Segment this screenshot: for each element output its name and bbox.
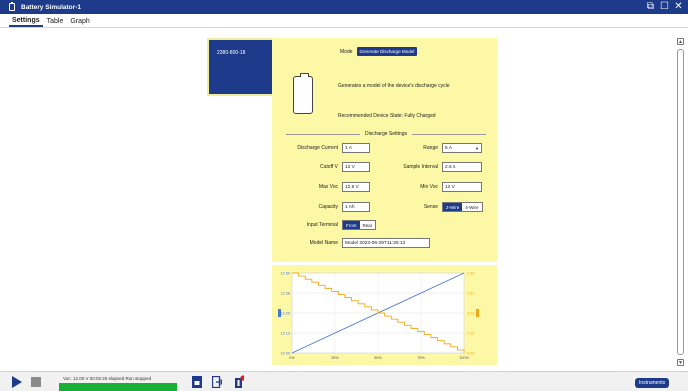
capacity-input[interactable]: 1 Ah: [342, 202, 370, 212]
mode-row: Mode Generate Discharge Model: [340, 47, 418, 56]
discharge-current-input[interactable]: 1 A: [342, 143, 370, 153]
four-wire-option[interactable]: 4-Wire: [462, 203, 482, 211]
x-tick-label: 0%: [289, 356, 295, 360]
model-name-label: Model Name: [309, 240, 338, 246]
scroll-up-icon[interactable]: ▲: [677, 38, 684, 45]
device-serial: 2380-800-18: [217, 50, 246, 56]
left-axis-marker: [278, 309, 281, 317]
x-tick-label: 100%: [459, 356, 469, 360]
battery-app-icon: [9, 2, 15, 11]
chart-svg: 12.50 2.49 12.38 0.51 12.25 0.20 12.13 0.20 12.0…: [278, 272, 479, 360]
close-icon[interactable]: ✕: [673, 1, 684, 12]
max-voc-input[interactable]: 12.5 V: [342, 182, 370, 192]
tab-graph[interactable]: Graph: [67, 18, 92, 27]
discharge-settings-divider: Discharge Settings: [286, 130, 486, 138]
scroll-track[interactable]: [677, 49, 684, 355]
mode-label: Mode: [340, 48, 353, 55]
right-tick-label: 0.20: [467, 312, 474, 316]
input-terminal-label: Input Terminal: [306, 222, 338, 228]
two-wire-option[interactable]: 2-Wire: [443, 203, 463, 211]
tab-settings[interactable]: Settings: [9, 17, 43, 27]
title-bar: Battery Simulator-1 ⧉ ☐ ✕: [0, 0, 688, 14]
mode-select-button[interactable]: Generate Discharge Model: [356, 47, 418, 56]
scroll-down-icon[interactable]: ▼: [677, 359, 684, 366]
tab-table[interactable]: Table: [44, 18, 67, 27]
model-name-input[interactable]: Model 2023-06-29T11:35:13: [342, 238, 430, 248]
sense-toggle[interactable]: 2-Wire 4-Wire: [442, 202, 483, 212]
stop-icon[interactable]: [31, 377, 41, 387]
sample-interval-label: Sample Interval: [403, 164, 438, 170]
device-card[interactable]: 2380-800-18: [207, 38, 272, 96]
settings-panel: Mode Generate Discharge Model Generates …: [272, 38, 497, 262]
right-axis-marker: [476, 309, 479, 317]
bottom-toolbar: Voc: 12.00 V 00:02:25 elapsed Run stoppe…: [0, 371, 688, 391]
run-status: Voc: 12.00 V 00:02:25 elapsed Run stoppe…: [63, 376, 152, 381]
run-progress-fill: [59, 383, 177, 391]
sample-interval-input[interactable]: 2.5 s: [442, 162, 482, 172]
range-value: 5 A: [445, 145, 452, 151]
discharge-current-label: Discharge Current: [297, 145, 338, 151]
range-select[interactable]: 5 A ▼: [442, 143, 482, 153]
cutoff-v-label: Cutoff V: [320, 164, 338, 170]
mode-description: Generates a model of the device's discha…: [338, 83, 450, 89]
x-tick-label: 50%: [374, 356, 382, 360]
left-tick-label: 12.13: [280, 332, 290, 336]
min-voc-input[interactable]: 12 V: [442, 182, 482, 192]
save-model-icon[interactable]: [192, 376, 202, 388]
battery-icon: [293, 73, 313, 114]
instruments-button[interactable]: Instruments: [635, 378, 670, 388]
left-tick-label: 12.38: [280, 292, 290, 296]
window-controls: ⧉ ☐ ✕: [645, 1, 684, 12]
left-tick-label: 12.50: [280, 272, 290, 276]
menu-bar: Settings Table Graph: [0, 14, 688, 28]
min-voc-label: Min Voc: [420, 184, 438, 190]
cutoff-v-input[interactable]: 12 V: [342, 162, 370, 172]
discharge-chart: 12.50 2.49 12.38 0.51 12.25 0.20 12.13 0.20 12.0…: [272, 265, 497, 365]
run-progress-bar: [59, 383, 177, 391]
front-option[interactable]: Front: [343, 221, 360, 229]
recommended-state: Recommended Device State: Fully Charged: [338, 113, 436, 119]
maximize-icon[interactable]: ☐: [659, 1, 670, 12]
right-tick-label: 2.49: [467, 272, 474, 276]
range-label: Range: [423, 145, 438, 151]
vertical-scrollbar[interactable]: ▲ ▼: [677, 38, 685, 368]
instrument-alert-icon[interactable]: [234, 375, 244, 388]
left-tick-label: 12.25: [280, 312, 290, 316]
x-tick-label: 25%: [331, 356, 339, 360]
right-tick-label: 0.51: [467, 292, 474, 296]
restore-icon[interactable]: ⧉: [645, 1, 656, 12]
sense-label: Sense: [423, 204, 438, 210]
capacity-label: Capacity: [318, 204, 338, 210]
window-title: Battery Simulator-1: [21, 3, 81, 11]
export-icon[interactable]: [212, 376, 222, 388]
chevron-down-icon: ▼: [475, 146, 479, 151]
x-tick-label: 75%: [417, 356, 425, 360]
max-voc-label: Max Voc: [318, 184, 338, 190]
play-icon[interactable]: [12, 376, 22, 388]
discharge-settings-title: Discharge Settings: [365, 131, 407, 137]
left-tick-label: 12.00: [280, 352, 290, 356]
right-tick-label: 0.00: [467, 352, 474, 356]
rear-option[interactable]: Rear: [359, 221, 376, 229]
right-tick-label: 0.20: [467, 332, 474, 336]
input-terminal-toggle[interactable]: Front Rear: [342, 220, 377, 230]
